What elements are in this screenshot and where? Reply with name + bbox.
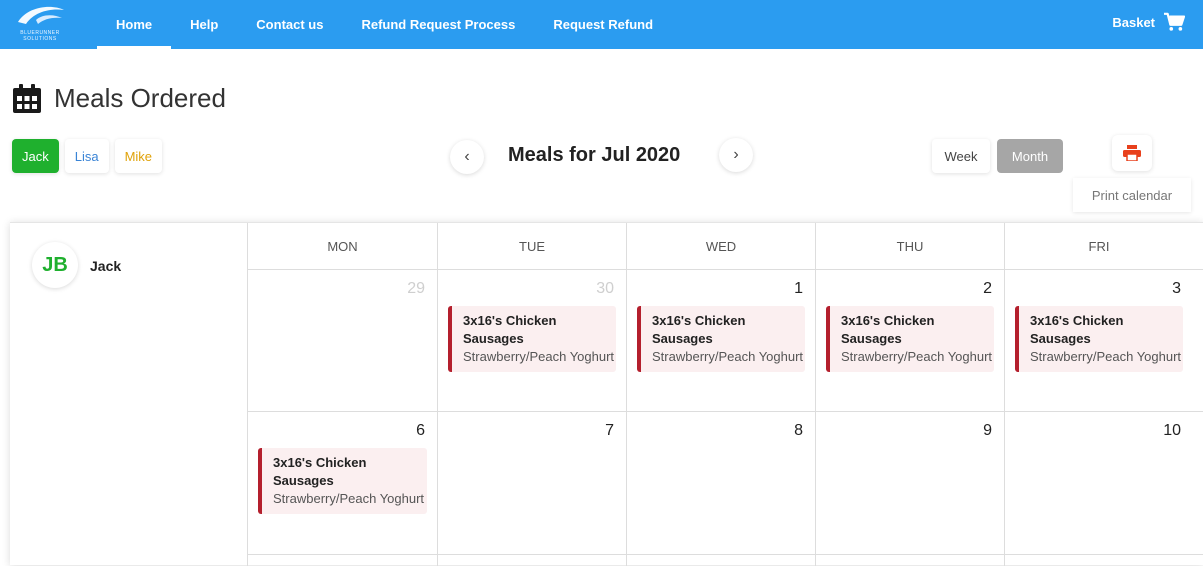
prev-month-button[interactable]: ‹ [450,140,484,174]
calendar-title: Meals for Jul 2020 [508,144,681,166]
calendar-week: 6 3x16's Chicken Sausages Strawberry/Pea… [248,412,1203,555]
logo-text: BLUERUNNER SOLUTIONS [20,30,60,42]
day-number: 30 [596,280,614,297]
day-number: 10 [1163,422,1181,439]
chevron-right-icon: › [733,146,739,163]
day-cell[interactable]: 1 3x16's Chicken Sausages Strawberry/Pea… [626,270,815,411]
day-cell[interactable] [815,555,1004,566]
day-cell[interactable]: 6 3x16's Chicken Sausages Strawberry/Pea… [248,412,437,554]
avatar: JB [32,242,78,288]
person-selector: Jack Lisa Mike [12,139,163,173]
weekday-tue: TUE [437,223,626,269]
print-calendar-label[interactable]: Print calendar [1073,178,1191,212]
day-cell[interactable]: 30 3x16's Chicken Sausages Strawberry/Pe… [437,270,626,411]
basket-button[interactable]: Basket [1112,12,1185,32]
nav-contact-us[interactable]: Contact us [237,0,342,49]
cart-icon [1164,12,1185,31]
day-cell[interactable]: 8 [626,412,815,554]
day-number: 1 [794,280,803,297]
day-number: 3 [1172,280,1181,297]
swoosh-logo-icon [18,6,64,24]
day-cell[interactable] [248,555,437,566]
person-button-mike[interactable]: Mike [114,139,163,173]
day-cell[interactable]: 2 3x16's Chicken Sausages Strawberry/Pea… [815,270,1004,411]
nav-request-refund[interactable]: Request Refund [534,0,672,49]
day-number: 6 [416,422,425,439]
meal-title: 3x16's Chicken Sausages [463,313,557,346]
weekday-fri: FRI [1004,223,1193,269]
person-button-lisa[interactable]: Lisa [64,139,109,173]
person-button-jack[interactable]: Jack [12,139,59,173]
day-cell[interactable] [626,555,815,566]
day-cell[interactable]: 29 [248,270,437,411]
print-calendar-button[interactable] [1112,135,1152,171]
nav-refund-request-process[interactable]: Refund Request Process [342,0,534,49]
meal-side: Strawberry/Peach Yoghurt [273,491,425,506]
page-header: Meals Ordered [12,83,226,114]
view-month-button[interactable]: Month [997,139,1063,173]
meal-side: Strawberry/Peach Yoghurt [1030,349,1182,364]
person-sidebar: JB Jack [10,223,248,566]
calendar-icon [13,83,41,113]
meal-side: Strawberry/Peach Yoghurt [841,349,993,364]
meal-entry[interactable]: 3x16's Chicken Sausages Strawberry/Peach… [826,306,994,372]
weekday-thu: THU [815,223,1004,269]
day-number: 8 [794,422,803,439]
printer-icon [1123,145,1141,161]
day-number: 7 [605,422,614,439]
day-number: 29 [407,280,425,297]
day-number: 9 [983,422,992,439]
day-cell[interactable]: 3 3x16's Chicken Sausages Strawberry/Pea… [1004,270,1193,411]
chevron-left-icon: ‹ [464,148,470,165]
view-week-button[interactable]: Week [932,139,990,173]
day-cell[interactable]: 9 [815,412,1004,554]
meal-side: Strawberry/Peach Yoghurt [463,349,615,364]
top-navbar: BLUERUNNER SOLUTIONS Home Help Contact u… [0,0,1203,49]
meal-side: Strawberry/Peach Yoghurt [652,349,804,364]
meal-entry[interactable]: 3x16's Chicken Sausages Strawberry/Peach… [258,448,427,514]
meal-entry[interactable]: 3x16's Chicken Sausages Strawberry/Peach… [448,306,616,372]
person-name: Jack [90,258,122,274]
meal-title: 3x16's Chicken Sausages [273,455,367,488]
day-cell[interactable]: 7 [437,412,626,554]
day-number: 2 [983,280,992,297]
calendar-card: JB Jack MON TUE WED THU FRI 29 30 3x16's… [10,222,1203,566]
nav-home[interactable]: Home [97,0,172,49]
calendar-week [248,555,1203,566]
page-title: Meals Ordered [54,83,226,113]
day-cell[interactable] [437,555,626,566]
day-cell[interactable] [1004,555,1193,566]
meal-title: 3x16's Chicken Sausages [652,313,746,346]
weekday-header: MON TUE WED THU FRI [248,223,1203,270]
meal-title: 3x16's Chicken Sausages [841,313,935,346]
brand-logo[interactable]: BLUERUNNER SOLUTIONS [10,2,70,44]
weekday-mon: MON [327,238,358,254]
weekday-wed: WED [626,223,815,269]
meal-title: 3x16's Chicken Sausages [1030,313,1124,346]
nav-help[interactable]: Help [171,0,237,49]
meal-entry[interactable]: 3x16's Chicken Sausages Strawberry/Peach… [637,306,805,372]
calendar-grid: MON TUE WED THU FRI 29 30 3x16's Chicken… [248,223,1203,566]
meal-entry[interactable]: 3x16's Chicken Sausages Strawberry/Peach… [1015,306,1183,372]
calendar-week: 29 30 3x16's Chicken Sausages Strawberry… [248,270,1203,412]
main-nav: Home Help Contact us Refund Request Proc… [97,0,672,49]
basket-label: Basket [1112,14,1155,30]
day-cell[interactable]: 10 [1004,412,1193,554]
next-month-button[interactable]: › [719,138,753,172]
